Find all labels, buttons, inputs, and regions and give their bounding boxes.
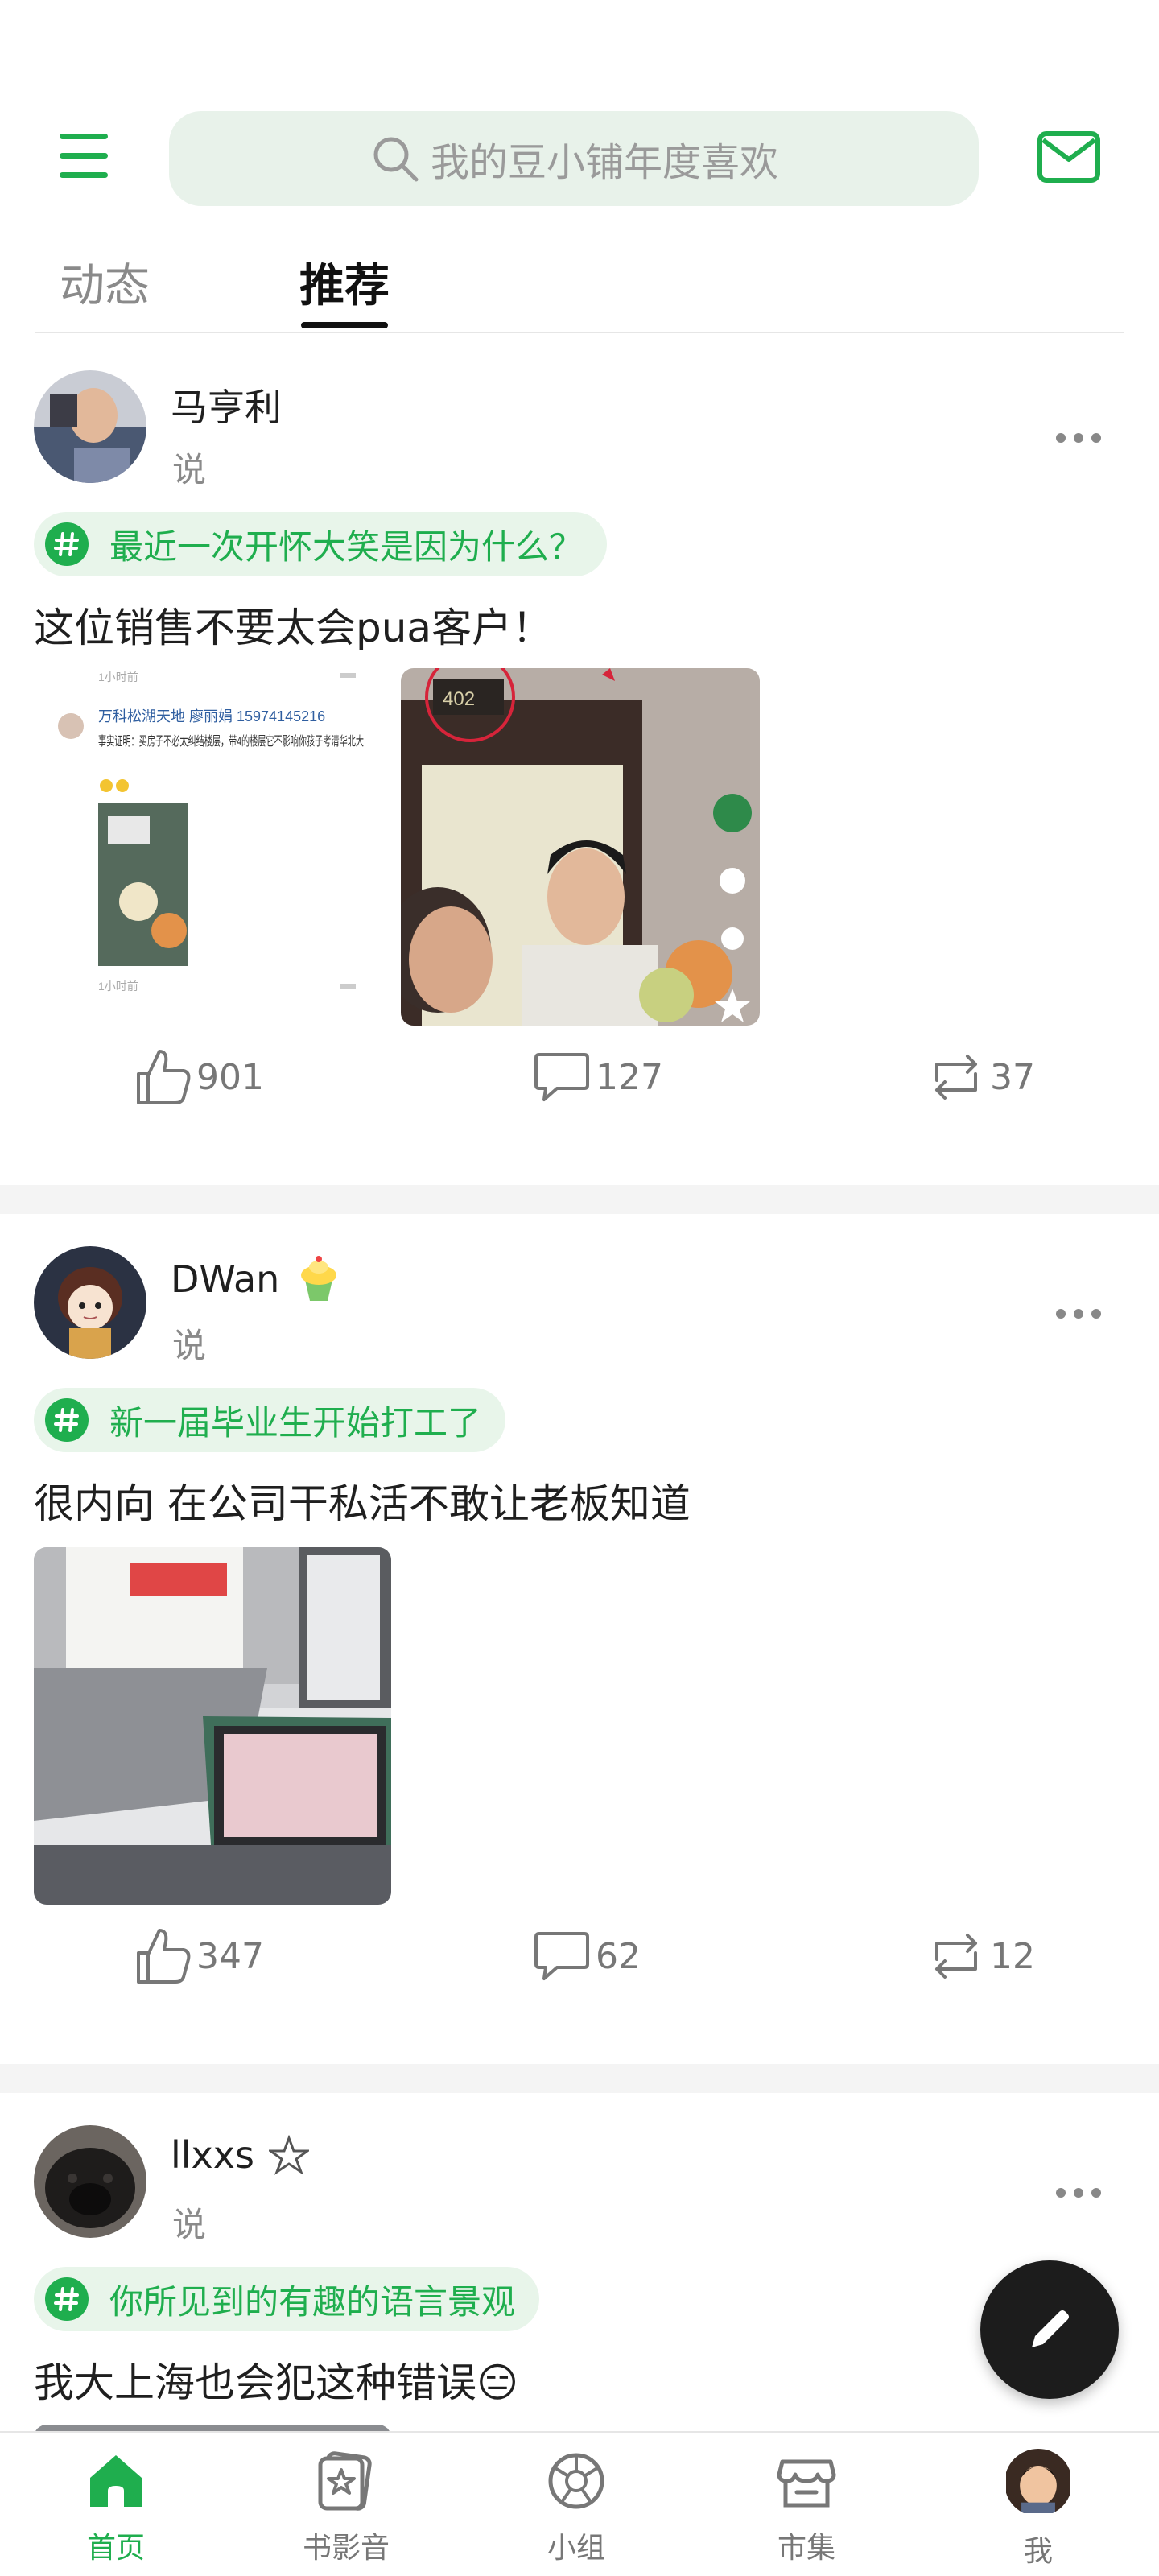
post-action: 说 (172, 450, 207, 489)
nav-label: 小组 (547, 2532, 605, 2565)
post-image[interactable] (34, 2425, 391, 2431)
home-icon (90, 2455, 142, 2507)
nav-label: 书影音 (302, 2532, 390, 2565)
comment-button[interactable]: 62 (531, 1926, 641, 1987)
avatar[interactable] (34, 2125, 146, 2238)
post-stats: 901 127 37 (0, 1046, 1159, 1119)
reshare-count: 37 (990, 1056, 1035, 1098)
post-action: 说 (172, 1326, 207, 1365)
topic-text: 新一届毕业生开始打工了 (109, 1402, 482, 1443)
reshare-icon (935, 1934, 977, 1979)
app-header: 我的豆小铺年度喜欢 动态 推荐 (0, 0, 1159, 338)
svg-text:1小时前: 1小时前 (98, 980, 138, 993)
feed-separator (0, 1185, 1159, 1214)
like-count: 347 (196, 1935, 264, 1977)
hashtag-icon (45, 1398, 89, 1442)
nav-label: 首页 (86, 2532, 145, 2565)
nav-label: 我 (1023, 2535, 1053, 2568)
author-name[interactable]: 马亨利 (171, 378, 282, 431)
more-icon[interactable] (1056, 2188, 1101, 2199)
reshare-icon (935, 1055, 977, 1100)
tab-recommend[interactable]: 推荐 (299, 250, 390, 315)
topic-text: 最近一次开怀大笑是因为什么？ (109, 526, 584, 567)
nav-market[interactable]: 市集 (726, 2449, 887, 2576)
topic-tag[interactable]: 最近一次开怀大笑是因为什么？ (34, 512, 608, 576)
post-image[interactable]: 402 (401, 668, 760, 1026)
nav-books-movies-music[interactable]: 书影音 (266, 2449, 427, 2576)
divider (35, 332, 1124, 333)
post-action: 说 (172, 2205, 207, 2244)
comment-icon (534, 1932, 589, 1980)
like-button[interactable]: 901 (132, 1046, 264, 1108)
author-name[interactable]: llxxs (171, 2133, 309, 2177)
reshare-button[interactable]: 12 (926, 1926, 1035, 1987)
mail-icon[interactable] (1037, 129, 1101, 187)
more-icon[interactable] (1056, 433, 1101, 444)
feed-separator (0, 2064, 1159, 2093)
svg-text:事实证明：买房子不必太纠结楼层，带4的楼层它不影响你孩子考清: 事实证明：买房子不必太纠结楼层，带4的楼层它不影响你孩子考清华北大 (98, 734, 364, 749)
nav-me[interactable]: 我 (958, 2449, 1119, 2576)
post-text: 这位销售不要太会pua客户！ (34, 605, 553, 651)
svg-text:402: 402 (443, 688, 475, 710)
pencil-icon (1032, 2310, 1069, 2347)
avatar[interactable] (34, 1246, 146, 1359)
search-icon (373, 137, 419, 182)
avatar[interactable] (34, 370, 146, 483)
group-icon (548, 2453, 604, 2509)
cupcake-badge-icon (301, 1256, 337, 1301)
feed-post[interactable]: llxxs 说 你所见到的有趣的语言景观 我大上海也会犯这种错误😑 (0, 2093, 1159, 2431)
avatar (1004, 2449, 1072, 2516)
tab-follow[interactable]: 动态 (60, 250, 150, 315)
feed-post[interactable]: 马亨利 说 最近一次开怀大笑是因为什么？ 这位销售不要太会pua客户！ 1小时前… (0, 338, 1159, 1185)
comment-button[interactable]: 127 (531, 1046, 663, 1108)
comment-count: 62 (596, 1935, 641, 1977)
comment-count: 127 (596, 1056, 663, 1098)
search-bar[interactable]: 我的豆小铺年度喜欢 (169, 111, 979, 206)
comment-icon (534, 1053, 589, 1101)
author-name[interactable]: DWan (171, 1254, 344, 1304)
reshare-button[interactable]: 37 (926, 1046, 1035, 1108)
nav-home[interactable]: 首页 (35, 2449, 196, 2576)
post-image[interactable] (34, 1547, 391, 1905)
active-tab-indicator (301, 322, 388, 328)
thumbs-up-icon (137, 1050, 191, 1104)
menu-icon[interactable] (60, 134, 111, 179)
topic-tag[interactable]: 新一届毕业生开始打工了 (34, 1388, 506, 1452)
post-text: 我大上海也会犯这种错误😑 (34, 2359, 519, 2406)
hashtag-icon (45, 522, 89, 566)
feed-post[interactable]: DWan 说 新一届毕业生开始打工了 很内向 在公司干私活不敢让老板知道 347… (0, 1214, 1159, 2064)
topic-tag[interactable]: 你所见到的有趣的语言景观 (34, 2267, 540, 2331)
svg-text:万科松湖天地 廖丽娟 15974145216: 万科松湖天地 廖丽娟 15974145216 (98, 708, 325, 724)
svg-text:1小时前: 1小时前 (98, 671, 138, 683)
star-card-icon (318, 2451, 372, 2511)
post-text: 很内向 在公司干私活不敢让老板知道 (34, 1480, 691, 1527)
like-count: 901 (196, 1056, 264, 1098)
bottom-nav: 首页 书影音 小组 市集 我 (0, 2431, 1159, 2576)
like-button[interactable]: 347 (132, 1926, 264, 1987)
reshare-count: 12 (990, 1935, 1035, 1977)
compose-button[interactable] (980, 2260, 1119, 2399)
feed-tabs: 动态 推荐 (0, 233, 1159, 333)
nav-groups[interactable]: 小组 (496, 2449, 657, 2576)
post-stats: 347 62 12 (0, 1926, 1159, 1998)
post-image[interactable]: 1小时前 万科松湖天地 廖丽娟 15974145216 事实证明：买房子不必太纠… (34, 668, 391, 1026)
nav-label: 市集 (777, 2532, 835, 2565)
search-placeholder: 我的豆小铺年度喜欢 (430, 140, 778, 185)
star-badge-icon (268, 2135, 309, 2175)
thumbs-up-icon (137, 1929, 191, 1984)
market-icon (777, 2459, 836, 2508)
topic-text: 你所见到的有趣的语言景观 (109, 2281, 516, 2322)
more-icon[interactable] (1056, 1309, 1101, 1320)
hashtag-icon (45, 2277, 89, 2321)
